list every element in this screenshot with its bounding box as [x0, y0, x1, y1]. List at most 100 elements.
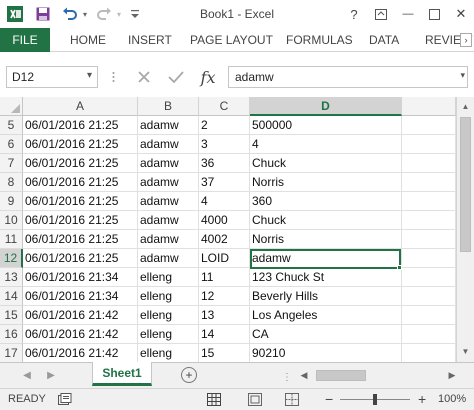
cell-b6[interactable]: adamw	[138, 135, 199, 154]
cell-c9[interactable]: 4	[199, 192, 250, 211]
cell-d5[interactable]: 500000	[250, 116, 402, 135]
row-header[interactable]: 10	[0, 211, 23, 230]
tab-insert[interactable]: INSERT	[128, 28, 172, 52]
undo-dropdown-icon[interactable]: ▾	[80, 4, 90, 24]
cell-e14[interactable]	[402, 287, 456, 306]
scroll-up-icon[interactable]: ▲	[457, 98, 474, 115]
cell-e7[interactable]	[402, 154, 456, 173]
macro-recording-icon[interactable]	[58, 393, 72, 406]
cell-c17[interactable]: 15	[199, 344, 250, 363]
vertical-scroll-thumb[interactable]	[460, 117, 471, 252]
name-box[interactable]: D12 ▾	[6, 66, 98, 88]
sheet-nav-prev-icon[interactable]: ◀	[20, 368, 34, 382]
excel-logo-icon[interactable]	[5, 4, 25, 24]
cell-b12[interactable]: adamw	[138, 249, 199, 268]
cell-d17[interactable]: 90210	[250, 344, 402, 363]
cell-a16[interactable]: 06/01/2016 21:42	[23, 325, 138, 344]
cell-c12[interactable]: LOID	[199, 249, 250, 268]
chevron-right-icon[interactable]: ›	[460, 33, 472, 47]
cell-b17[interactable]: elleng	[138, 344, 199, 363]
column-header-e[interactable]	[402, 97, 456, 116]
splitter-handle-icon[interactable]: ⋮	[282, 372, 292, 383]
column-header-b[interactable]: B	[138, 97, 199, 116]
scroll-down-icon[interactable]: ▼	[457, 343, 474, 360]
row-header[interactable]: 9	[0, 192, 23, 211]
row-header[interactable]: 17	[0, 344, 23, 363]
page-break-view-icon[interactable]	[285, 393, 299, 406]
row-header[interactable]: 6	[0, 135, 23, 154]
column-header-d[interactable]: D	[250, 97, 402, 116]
cell-d14[interactable]: Beverly Hills	[250, 287, 402, 306]
undo-icon[interactable]	[60, 4, 80, 24]
cell-c8[interactable]: 37	[199, 173, 250, 192]
column-header-a[interactable]: A	[23, 97, 138, 116]
cell-e9[interactable]	[402, 192, 456, 211]
cell-c15[interactable]: 13	[199, 306, 250, 325]
help-button[interactable]: ?	[343, 4, 365, 24]
row-header[interactable]: 12	[0, 249, 23, 268]
cell-a5[interactable]: 06/01/2016 21:25	[23, 116, 138, 135]
page-layout-view-icon[interactable]	[248, 393, 262, 406]
cell-d16[interactable]: CA	[250, 325, 402, 344]
cell-e12[interactable]	[402, 249, 456, 268]
cell-e6[interactable]	[402, 135, 456, 154]
tab-page-layout[interactable]: PAGE LAYOUT	[190, 28, 273, 52]
cell-a8[interactable]: 06/01/2016 21:25	[23, 173, 138, 192]
save-icon[interactable]	[33, 4, 53, 24]
cell-a17[interactable]: 06/01/2016 21:42	[23, 344, 138, 363]
minimize-button[interactable]: —	[397, 4, 419, 24]
redo-dropdown-icon[interactable]: ▾	[114, 4, 124, 24]
cell-b5[interactable]: adamw	[138, 116, 199, 135]
cell-b14[interactable]: elleng	[138, 287, 199, 306]
row-header[interactable]: 16	[0, 325, 23, 344]
cell-a10[interactable]: 06/01/2016 21:25	[23, 211, 138, 230]
sheet-tab-sheet1[interactable]: Sheet1	[92, 362, 152, 386]
cell-a13[interactable]: 06/01/2016 21:34	[23, 268, 138, 287]
cell-d6[interactable]: 4	[250, 135, 402, 154]
cell-e13[interactable]	[402, 268, 456, 287]
tab-file[interactable]: FILE	[0, 28, 50, 52]
cell-a14[interactable]: 06/01/2016 21:34	[23, 287, 138, 306]
row-header[interactable]: 13	[0, 268, 23, 287]
cell-c16[interactable]: 14	[199, 325, 250, 344]
scroll-right-icon[interactable]: ▶	[446, 368, 458, 382]
row-header[interactable]: 15	[0, 306, 23, 325]
formula-input[interactable]: adamw ▾	[228, 66, 468, 88]
cell-d10[interactable]: Chuck	[250, 211, 402, 230]
row-header[interactable]: 11	[0, 230, 23, 249]
cell-e17[interactable]	[402, 344, 456, 363]
ribbon-display-options-icon[interactable]	[370, 4, 392, 24]
cell-e10[interactable]	[402, 211, 456, 230]
cell-a12[interactable]: 06/01/2016 21:25	[23, 249, 138, 268]
cell-b15[interactable]: elleng	[138, 306, 199, 325]
row-header[interactable]: 14	[0, 287, 23, 306]
enter-check-icon[interactable]	[164, 66, 188, 88]
cell-d7[interactable]: Chuck	[250, 154, 402, 173]
row-header[interactable]: 5	[0, 116, 23, 135]
zoom-in-button[interactable]: +	[418, 391, 426, 407]
cancel-icon[interactable]	[132, 66, 156, 88]
cell-b9[interactable]: adamw	[138, 192, 199, 211]
column-header-c[interactable]: C	[199, 97, 250, 116]
row-header[interactable]: 7	[0, 154, 23, 173]
cell-b7[interactable]: adamw	[138, 154, 199, 173]
cell-e15[interactable]	[402, 306, 456, 325]
chevron-down-icon[interactable]: ▾	[460, 70, 465, 81]
cell-d12[interactable]: adamw	[250, 249, 402, 268]
cell-d8[interactable]: Norris	[250, 173, 402, 192]
cell-b8[interactable]: adamw	[138, 173, 199, 192]
cell-c11[interactable]: 4002	[199, 230, 250, 249]
cell-d15[interactable]: Los Angeles	[250, 306, 402, 325]
cell-e5[interactable]	[402, 116, 456, 135]
cell-a9[interactable]: 06/01/2016 21:25	[23, 192, 138, 211]
worksheet-grid[interactable]: ABCD 5 06/01/2016 21:25 adamw 2 500000 6 06/01…	[0, 97, 474, 410]
tab-formulas[interactable]: FORMULAS	[286, 28, 353, 52]
restore-icon[interactable]	[423, 4, 445, 24]
cell-a6[interactable]: 06/01/2016 21:25	[23, 135, 138, 154]
cell-c6[interactable]: 3	[199, 135, 250, 154]
fill-handle[interactable]	[397, 265, 402, 270]
scroll-left-icon[interactable]: ◀	[298, 368, 310, 382]
cell-d9[interactable]: 360	[250, 192, 402, 211]
close-button[interactable]: ✕	[450, 4, 472, 24]
row-header[interactable]: 8	[0, 173, 23, 192]
